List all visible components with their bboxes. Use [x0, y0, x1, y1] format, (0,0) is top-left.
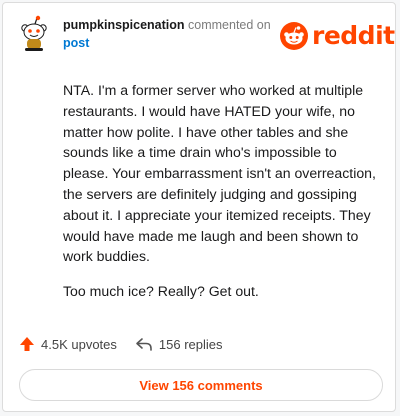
reddit-logo-icon — [280, 22, 308, 50]
comment-actions: 4.5K upvotes 156 replies — [19, 336, 223, 352]
post-link[interactable]: post — [63, 36, 89, 50]
reply-arrow-icon — [136, 338, 152, 351]
comment-paragraph: Too much ice? Really? Get out. — [63, 283, 259, 300]
snoo-avatar-icon[interactable] — [19, 15, 49, 51]
reply-button[interactable]: 156 replies — [135, 336, 223, 352]
username[interactable]: pumpkinspicenation — [63, 18, 185, 32]
reddit-wordmark: reddit — [312, 21, 395, 50]
upvote-arrow-icon — [20, 337, 34, 351]
comment-paragraph: NTA. I'm a former server who worked at m… — [63, 82, 376, 265]
upvote-count: 4.5K upvotes — [41, 336, 117, 352]
view-comments-button[interactable]: View 156 comments — [19, 369, 383, 401]
comment-body: NTA. I'm a former server who worked at m… — [63, 80, 381, 316]
comment-author-line: pumpkinspicenation commented on — [63, 18, 271, 32]
reply-count: 156 replies — [158, 336, 223, 352]
comment-card: pumpkinspicenation commented on post red… — [2, 2, 396, 412]
commented-on-text: commented on — [188, 18, 271, 32]
upvote-button[interactable]: 4.5K upvotes — [19, 336, 117, 352]
reddit-logo[interactable]: reddit — [279, 21, 395, 51]
